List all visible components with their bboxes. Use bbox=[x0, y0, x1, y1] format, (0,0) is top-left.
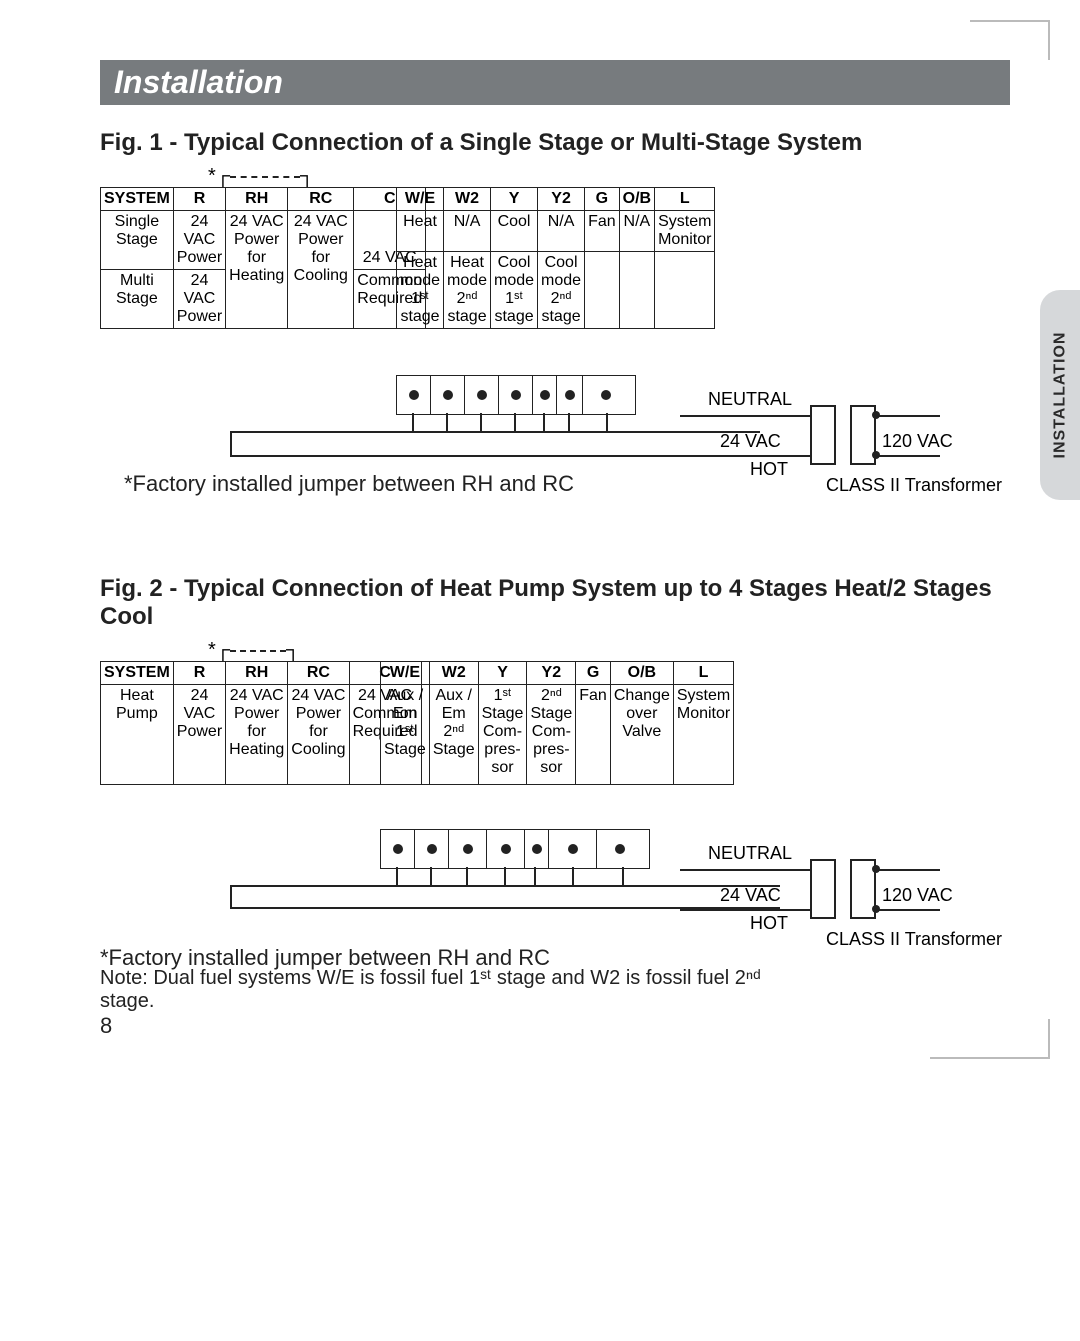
fig2-note: Note: Dual fuel systems W/E is fossil fu… bbox=[100, 967, 800, 1013]
fig2-transformer: NEUTRAL 24 VAC HOT 120 VAC CLASS II Tran… bbox=[760, 829, 970, 949]
th: Y2 bbox=[527, 662, 576, 685]
th-r: R bbox=[173, 188, 225, 211]
fig1-footnote: *Factory installed jumper between RH and… bbox=[124, 471, 574, 497]
td: 24 VAC Power for Heating bbox=[226, 211, 288, 329]
fig1-right-table: W/E W2 Y Y2 G O/B L Heat N/A Cool N/A Fa… bbox=[396, 187, 715, 329]
section-header: Installation bbox=[100, 60, 1010, 105]
td: N/A bbox=[619, 211, 654, 252]
td: Heat mode 1ˢᵗ stage bbox=[397, 252, 444, 329]
td bbox=[585, 252, 620, 329]
th: W/E bbox=[381, 662, 430, 685]
td: Multi Stage bbox=[101, 270, 174, 329]
fig2-left-table: SYSTEM R RH RC C Heat Pump 24 VAC Power … bbox=[100, 661, 422, 785]
td: 1ˢᵗ Stage Com-pres-sor bbox=[478, 685, 527, 785]
th: G bbox=[576, 662, 611, 685]
td: Single Stage bbox=[101, 211, 174, 270]
tf-label: CLASS II Transformer bbox=[826, 929, 946, 950]
td: N/A bbox=[444, 211, 491, 252]
fig2-terminal-strip bbox=[380, 829, 650, 869]
tf-neutral: NEUTRAL bbox=[708, 389, 792, 410]
td: 24 VAC Power for Cooling bbox=[288, 211, 354, 329]
th: SYSTEM bbox=[101, 662, 174, 685]
page-content: Installation Fig. 1 - Typical Connection… bbox=[0, 0, 1080, 1069]
th: W2 bbox=[444, 188, 491, 211]
td bbox=[619, 252, 654, 329]
th: RC bbox=[288, 662, 349, 685]
td: Fan bbox=[576, 685, 611, 785]
th: RH bbox=[226, 662, 288, 685]
fig2-title: Fig. 2 - Typical Connection of Heat Pump… bbox=[100, 575, 1010, 631]
fig1-left-table: SYSTEM R RH RC C Single Stage 24 VAC Pow… bbox=[100, 187, 426, 329]
corner-mark-bottom-right bbox=[930, 1019, 1050, 1059]
th: Y bbox=[491, 188, 538, 211]
fig1-title: Fig. 1 - Typical Connection of a Single … bbox=[100, 129, 1010, 157]
td: N/A bbox=[538, 211, 585, 252]
tf-hot: HOT bbox=[750, 913, 788, 934]
tf-hot: HOT bbox=[750, 459, 788, 480]
td: Cool bbox=[491, 211, 538, 252]
fig1-transformer: NEUTRAL 24 VAC HOT 120 VAC CLASS II Tran… bbox=[760, 375, 970, 495]
tf-neutral: NEUTRAL bbox=[708, 843, 792, 864]
th: Y bbox=[478, 662, 527, 685]
tf-120vac: 120 VAC bbox=[882, 885, 953, 906]
td: Fan bbox=[585, 211, 620, 252]
td: 24 VAC Power bbox=[173, 211, 225, 270]
fig2-jumper-asterisk: *┌┐ bbox=[208, 639, 300, 662]
td: Change over Valve bbox=[610, 685, 673, 785]
th: O/B bbox=[619, 188, 654, 211]
td: Cool mode 2ⁿᵈ stage bbox=[538, 252, 585, 329]
td: 24 VAC Power bbox=[173, 270, 225, 329]
td: 2ⁿᵈ Stage Com-pres-sor bbox=[527, 685, 576, 785]
fig2-right-table: W/E W2 Y Y2 G O/B L Aux / Em 1ˢᵗ Stage A… bbox=[380, 661, 734, 785]
fig1-terminal-strip bbox=[396, 375, 636, 415]
fig1-jumper-asterisk: *┌┐ bbox=[208, 165, 314, 188]
td: 24 VAC Power for Heating bbox=[226, 685, 288, 785]
th: W/E bbox=[397, 188, 444, 211]
th: L bbox=[655, 188, 715, 211]
td: System Monitor bbox=[655, 211, 715, 252]
td: Heat bbox=[397, 211, 444, 252]
fig1-diagram: *┌┐ SYSTEM R RH RC C Single Stage 24 VAC… bbox=[100, 175, 970, 545]
td: Aux / Em 2ⁿᵈ Stage bbox=[429, 685, 478, 785]
tf-120vac: 120 VAC bbox=[882, 431, 953, 452]
th: R bbox=[173, 662, 225, 685]
th-rc: RC bbox=[288, 188, 354, 211]
td: Cool mode 1ˢᵗ stage bbox=[491, 252, 538, 329]
tf-24vac: 24 VAC bbox=[720, 885, 781, 906]
fig2-diagram: *┌┐ SYSTEM R RH RC C Heat Pump 24 VAC Po… bbox=[100, 649, 970, 1019]
td bbox=[655, 252, 715, 329]
th: G bbox=[585, 188, 620, 211]
td: 24 VAC Power for Cooling bbox=[288, 685, 349, 785]
th: L bbox=[673, 662, 733, 685]
td: Heat Pump bbox=[101, 685, 174, 785]
td: 24 VAC Power bbox=[173, 685, 225, 785]
th-rh: RH bbox=[226, 188, 288, 211]
page-number: 8 bbox=[100, 1013, 112, 1039]
th: Y2 bbox=[538, 188, 585, 211]
th: W2 bbox=[429, 662, 478, 685]
th: O/B bbox=[610, 662, 673, 685]
th-system: SYSTEM bbox=[101, 188, 174, 211]
td: System Monitor bbox=[673, 685, 733, 785]
td: Aux / Em 1ˢᵗ Stage bbox=[381, 685, 430, 785]
td: Heat mode 2ⁿᵈ stage bbox=[444, 252, 491, 329]
tf-label: CLASS II Transformer bbox=[826, 475, 946, 496]
tf-24vac: 24 VAC bbox=[720, 431, 781, 452]
